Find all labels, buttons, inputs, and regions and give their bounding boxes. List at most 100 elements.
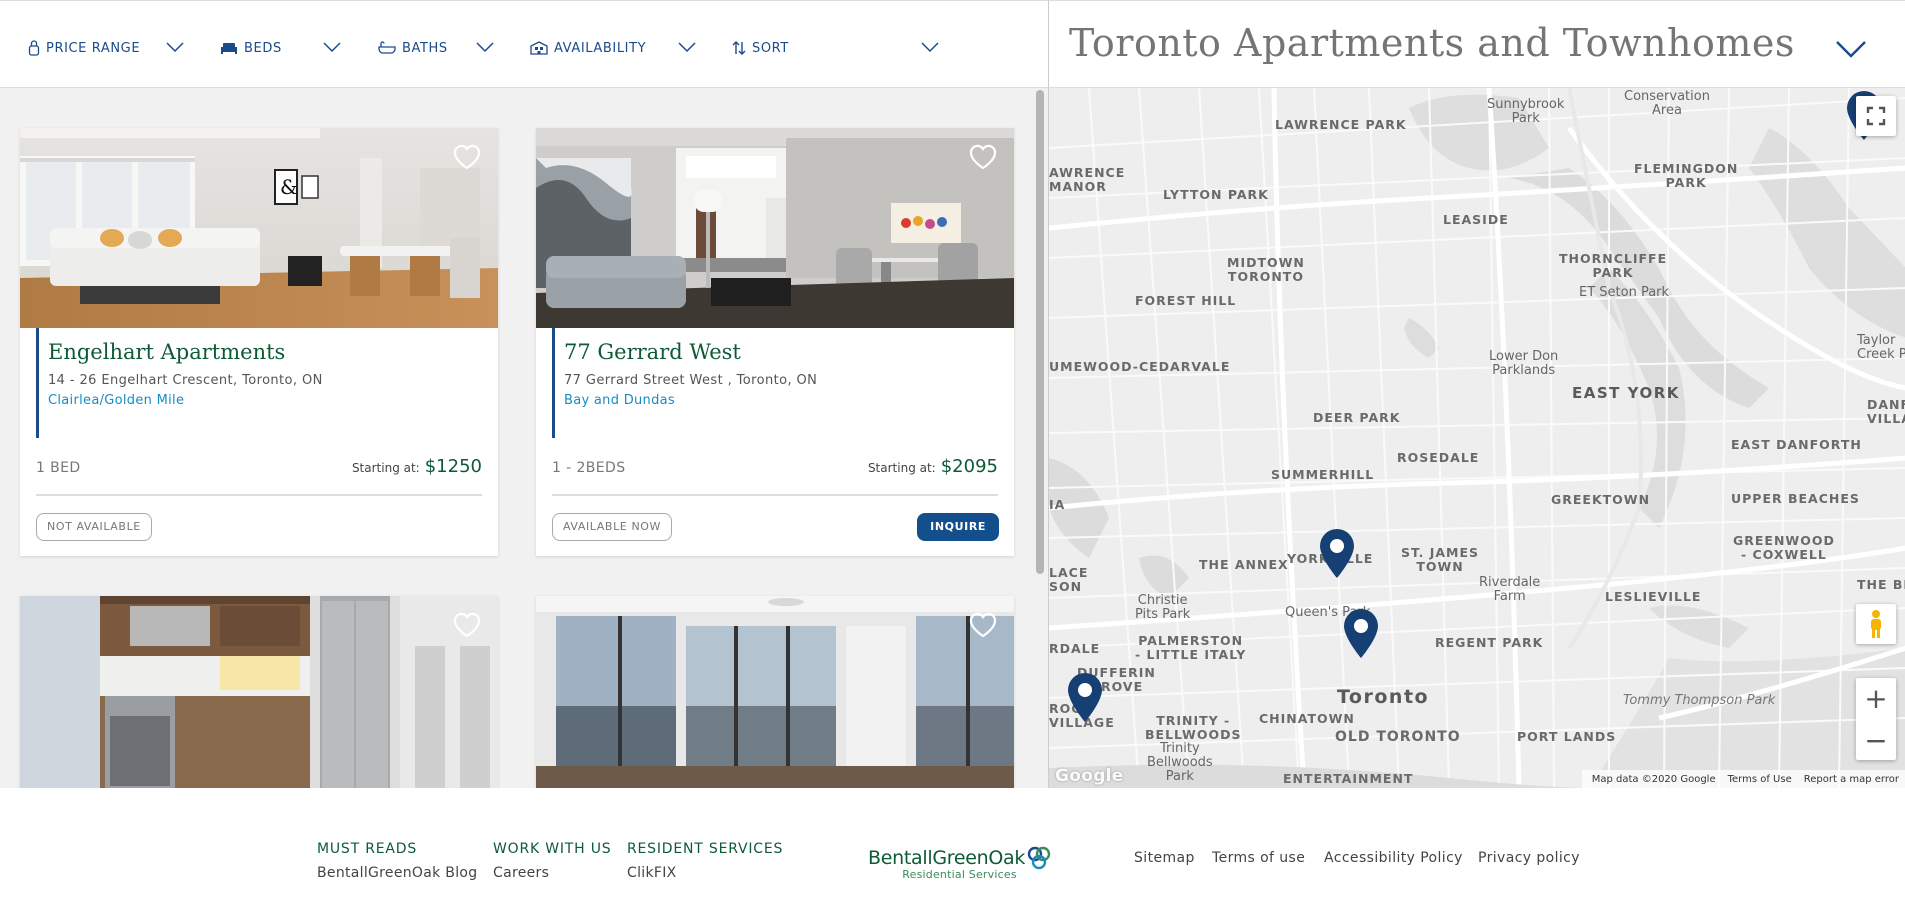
map-label-text: Sunnybrook Park (1487, 97, 1565, 126)
map-label: Lower Don Parklands (1489, 350, 1558, 378)
listing-neighbourhood[interactable]: Bay and Dundas (564, 393, 675, 408)
map-label: CHINATOWN (1259, 711, 1355, 726)
listing-card[interactable]: 77 Gerrard West 77 Gerrard Street West ,… (536, 128, 1014, 556)
footer-link-blog[interactable]: BentallGreenOak Blog (317, 865, 477, 881)
map-label-text: MIDTOWN TORONTO (1227, 255, 1305, 284)
listing-photo[interactable]: & (20, 128, 498, 328)
map-label: LACE SON (1049, 566, 1088, 594)
listing-name[interactable]: 77 Gerrard West (564, 340, 741, 364)
listing-photo[interactable] (536, 128, 1014, 328)
map-pin-icon[interactable] (1317, 528, 1357, 580)
starting-at-label: Starting at: (867, 461, 936, 475)
card-divider (36, 494, 482, 496)
map[interactable]: Conservation Area Sunnybrook Park LAWREN… (1048, 88, 1905, 788)
listing-address: 14 - 26 Engelhart Crescent, Toronto, ON (48, 373, 323, 388)
map-label-text: Trinity Bellwoods Park (1147, 741, 1213, 784)
listing-photo[interactable] (536, 596, 1014, 788)
map-label: Taylor Creek Park (1857, 334, 1905, 362)
availability-filter[interactable]: AVAILABILITY (530, 38, 646, 58)
street-view-button[interactable] (1856, 604, 1896, 644)
inquire-button[interactable]: INQUIRE (917, 513, 999, 541)
map-label: PORT LANDS (1517, 729, 1617, 744)
map-pin-icon[interactable] (1065, 672, 1105, 724)
card-divider (552, 494, 998, 496)
price-range-label: PRICE RANGE (46, 40, 141, 56)
footer-heading-must-reads: MUST READS (317, 841, 418, 857)
starting-at-label: Starting at: (351, 461, 420, 475)
availability-badge: AVAILABLE NOW (552, 513, 673, 541)
map-label-text: GREENWOOD - COXWELL (1733, 533, 1835, 562)
bath-icon (378, 41, 396, 55)
chevron-down-icon[interactable] (920, 40, 940, 54)
map-pin-icon[interactable] (1341, 608, 1381, 660)
map-label-text: PALMERSTON - LITTLE ITALY (1135, 633, 1247, 662)
availability-label: AVAILABILITY (554, 40, 647, 56)
heart-icon[interactable] (968, 610, 998, 638)
listing-name[interactable]: Engelhart Apartments (48, 340, 285, 364)
listing-photo[interactable] (20, 596, 498, 788)
map-label: EAST YORK (1572, 384, 1680, 402)
map-label: MIDTOWN TORONTO (1227, 256, 1305, 284)
lock-icon (28, 39, 40, 57)
google-logo[interactable]: Google (1055, 766, 1124, 786)
baths-filter[interactable]: BATHS (378, 38, 448, 58)
listing-card[interactable] (20, 596, 498, 788)
footer-link-terms[interactable]: Terms of use (1212, 850, 1305, 866)
map-label: PALMERSTON - LITTLE ITALY (1135, 634, 1246, 662)
map-label: Trinity Bellwoods Park (1147, 742, 1213, 784)
beds-filter[interactable]: BEDS (220, 38, 282, 58)
heart-icon[interactable] (968, 142, 998, 170)
map-label-text: FLEMINGDON PARK (1634, 161, 1739, 190)
map-label: UMEWOOD-CEDARVALE (1049, 359, 1231, 374)
price-range-filter[interactable]: PRICE RANGE (28, 38, 140, 58)
map-label-text: ST. JAMES TOWN (1401, 545, 1480, 574)
building-icon (530, 41, 548, 55)
map-label: FOREST HILL (1135, 293, 1237, 308)
page-title: Toronto Apartments and Townhomes (1069, 21, 1795, 65)
listing-neighbourhood[interactable]: Clairlea/Golden Mile (48, 393, 184, 408)
fullscreen-icon (1866, 106, 1886, 126)
map-label: Sunnybrook Park (1487, 98, 1564, 126)
map-label-text: AWRENCE MANOR (1049, 165, 1126, 194)
zoom-out-button[interactable]: − (1856, 720, 1896, 760)
map-terms-link[interactable]: Terms of Use (1728, 774, 1792, 785)
footer-link-clikfix[interactable]: ClikFIX (627, 865, 677, 881)
map-attribution: Map data ©2020 Google Terms of Use Repor… (1581, 770, 1905, 788)
chevron-down-icon[interactable] (475, 40, 495, 54)
map-label: Christie Pits Park (1135, 594, 1190, 622)
sort-filter[interactable]: SORT (732, 38, 789, 58)
footer-link-accessibility[interactable]: Accessibility Policy (1324, 850, 1463, 866)
map-label: THE ANNEX (1199, 557, 1289, 572)
map-label: ENTERTAINMENT (1283, 771, 1414, 786)
map-label: FLEMINGDON PARK (1634, 162, 1738, 190)
map-label: THORNCLIFFE PARK (1559, 252, 1667, 280)
footer: MUST READS BentallGreenOak Blog WORK WIT… (0, 788, 1905, 897)
zoom-in-button[interactable]: + (1856, 678, 1896, 718)
map-label: DEER PARK (1313, 410, 1401, 425)
map-label: SUMMERHILL (1271, 467, 1375, 482)
map-label-text: LACE SON (1049, 565, 1089, 594)
heart-icon[interactable] (452, 610, 482, 638)
chevron-down-icon[interactable] (165, 40, 185, 54)
chevron-down-icon[interactable] (677, 40, 697, 54)
fullscreen-button[interactable] (1856, 96, 1896, 136)
heart-icon[interactable] (452, 142, 482, 170)
map-label: AWRENCE MANOR (1049, 166, 1125, 194)
brand-name: BentallGreenOak (868, 847, 1026, 869)
map-label: THE BEAC (1857, 577, 1905, 592)
chevron-down-icon[interactable] (1833, 36, 1869, 62)
footer-link-careers[interactable]: Careers (493, 865, 549, 881)
chevron-down-icon[interactable] (322, 40, 342, 54)
filter-bar: PRICE RANGE BEDS BATHS AVAILABILITY SORT (0, 0, 1048, 88)
listings-scrollbar[interactable] (1036, 90, 1044, 574)
report-map-error-link[interactable]: Report a map error (1804, 774, 1899, 785)
beds-label: BEDS (244, 40, 282, 56)
map-label-text: THORNCLIFFE PARK (1559, 251, 1668, 280)
map-label: DANFOR VILLAG (1867, 398, 1905, 426)
listing-card[interactable]: & Engelhart Apartments 14 - 26 Engelhart… (20, 128, 498, 556)
map-label: UPPER BEACHES (1731, 491, 1860, 506)
footer-link-privacy[interactable]: Privacy policy (1478, 850, 1580, 866)
footer-link-sitemap[interactable]: Sitemap (1134, 850, 1195, 866)
listing-card[interactable] (536, 596, 1014, 788)
brand-logo[interactable]: BentallGreenOak Residential Services (868, 846, 1051, 881)
